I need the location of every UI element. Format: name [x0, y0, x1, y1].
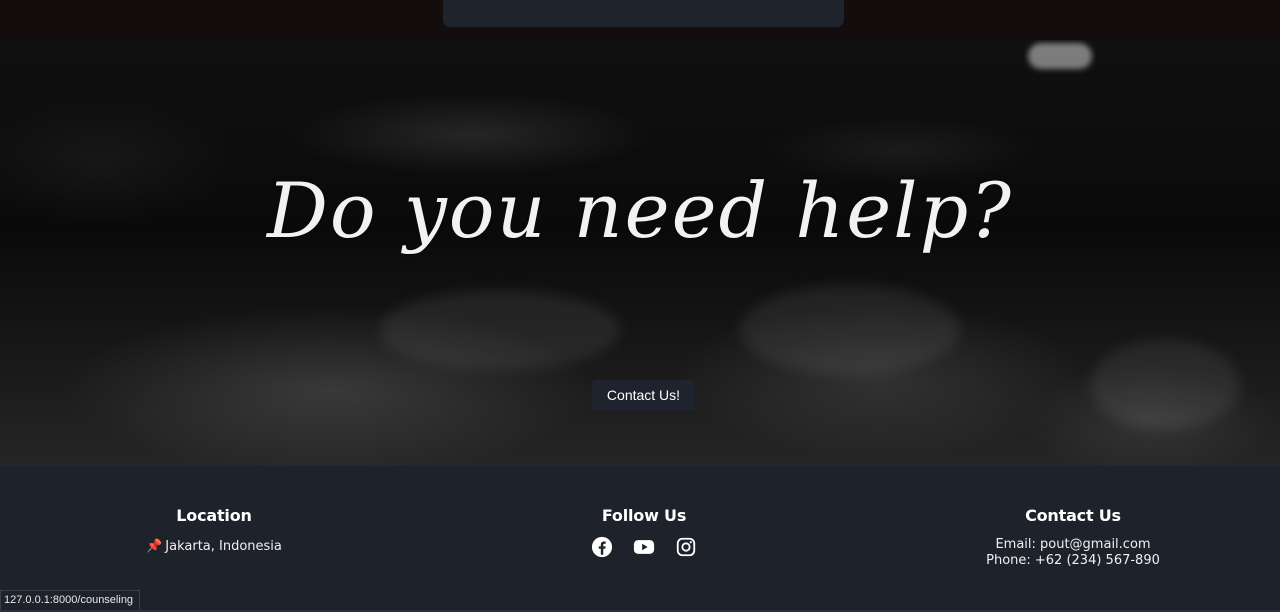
- facebook-icon[interactable]: [591, 536, 613, 558]
- instagram-icon[interactable]: [675, 536, 697, 558]
- hero-title: Do you need help?: [267, 166, 1013, 255]
- contact-email: Email: pout@gmail.com: [995, 537, 1151, 552]
- social-links: [494, 536, 794, 558]
- contact-phone: Phone: +62 (234) 567-890: [986, 553, 1160, 568]
- location-address: Jakarta, Indonesia: [165, 539, 282, 554]
- youtube-icon[interactable]: [632, 536, 656, 558]
- location-line: 📌 Jakarta, Indonesia: [64, 539, 364, 555]
- hero-section: Do you need help? Contact Us!: [0, 40, 1280, 466]
- top-navbar-card: [443, 0, 844, 27]
- page: Do you need help? Contact Us! Location 📌…: [0, 0, 1280, 612]
- pushpin-icon: 📌: [146, 539, 163, 554]
- hero-background-highlight: [1028, 43, 1092, 69]
- location-heading: Location: [176, 506, 252, 525]
- hero-background-hand: [740, 285, 960, 375]
- status-bar-url: 127.0.0.1:8000/counseling: [0, 590, 141, 611]
- contact-heading: Contact Us: [1025, 506, 1121, 525]
- hero-background-hand: [1090, 340, 1240, 430]
- footer: Location 📌Jakarta, Indonesia Follow Us: [0, 466, 1280, 612]
- footer-contact-column: Contact Us Email: pout@gmail.com Phone: …: [923, 506, 1223, 569]
- contact-us-button[interactable]: Contact Us!: [592, 380, 695, 411]
- footer-follow-column: Follow Us: [494, 506, 794, 558]
- follow-heading: Follow Us: [601, 506, 687, 525]
- top-strip: [0, 0, 1280, 40]
- footer-location-column: Location 📌 Jakarta, Indonesia: [64, 506, 364, 555]
- hero-background-hand: [380, 290, 620, 370]
